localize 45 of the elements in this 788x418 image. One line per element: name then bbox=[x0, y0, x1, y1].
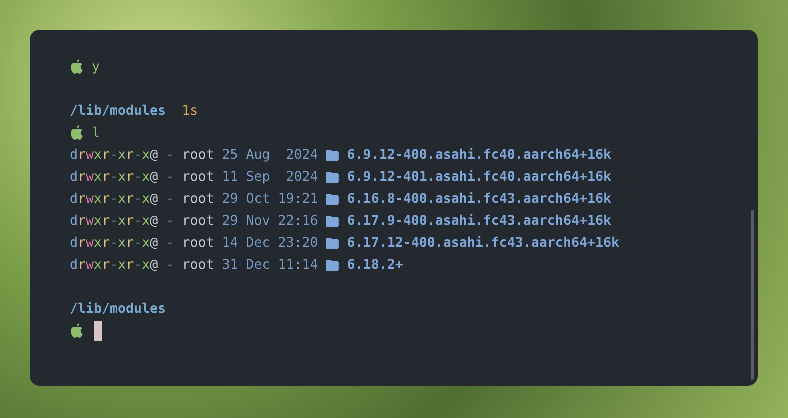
directory-name: 6.9.12-401.asahi.fc40.aarch64+16k bbox=[347, 170, 612, 184]
directory-path: /lib/modules bbox=[70, 302, 166, 316]
size-text: - bbox=[166, 192, 174, 206]
date-text: 31 Dec 11:14 bbox=[222, 258, 318, 272]
command-text: l bbox=[92, 126, 100, 140]
folder-icon bbox=[326, 150, 340, 160]
owner-text: root bbox=[182, 148, 214, 162]
date-text: 25 Aug 2024 bbox=[222, 148, 318, 162]
directory-name: 6.17.9-400.asahi.fc43.aarch64+16k bbox=[347, 214, 612, 228]
folder-icon bbox=[326, 172, 340, 182]
size-text: - bbox=[166, 148, 174, 162]
date-text: 14 Dec 23:20 bbox=[222, 236, 318, 250]
date-text: 29 Oct 19:21 bbox=[222, 192, 318, 206]
apple-icon bbox=[70, 59, 84, 75]
apple-icon bbox=[70, 323, 84, 339]
command-duration: 1s bbox=[182, 104, 198, 118]
permissions-text: drwxr-xr-x@ bbox=[70, 148, 158, 162]
owner-text: root bbox=[182, 236, 214, 250]
date-text: 29 Nov 22:16 bbox=[222, 214, 318, 228]
permissions-text: drwxr-xr-x@ bbox=[70, 170, 158, 184]
owner-text: root bbox=[182, 258, 214, 272]
folder-icon bbox=[326, 238, 340, 248]
permissions-text: drwxr-xr-x@ bbox=[70, 236, 158, 250]
owner-text: root bbox=[182, 214, 214, 228]
folder-icon bbox=[326, 216, 340, 226]
folder-icon bbox=[326, 194, 340, 204]
scrollbar[interactable] bbox=[751, 210, 754, 380]
apple-icon bbox=[70, 125, 84, 141]
permissions-text: drwxr-xr-x@ bbox=[70, 258, 158, 272]
date-text: 11 Sep 2024 bbox=[222, 170, 318, 184]
directory-name: 6.17.12-400.asahi.fc43.aarch64+16k bbox=[347, 236, 620, 250]
permissions-text: drwxr-xr-x@ bbox=[70, 214, 158, 228]
directory-path: /lib/modules bbox=[70, 104, 166, 118]
directory-name: 6.9.12-400.asahi.fc40.aarch64+16k bbox=[347, 148, 612, 162]
owner-text: root bbox=[182, 170, 214, 184]
size-text: - bbox=[166, 236, 174, 250]
owner-text: root bbox=[182, 192, 214, 206]
folder-icon bbox=[326, 260, 340, 270]
directory-name: 6.16.8-400.asahi.fc43.aarch64+16k bbox=[347, 192, 612, 206]
directory-name: 6.18.2+ bbox=[347, 258, 404, 272]
size-text: - bbox=[166, 214, 174, 228]
permissions-text: drwxr-xr-x@ bbox=[70, 192, 158, 206]
size-text: - bbox=[166, 258, 174, 272]
command-text: y bbox=[92, 60, 100, 74]
size-text: - bbox=[166, 170, 174, 184]
